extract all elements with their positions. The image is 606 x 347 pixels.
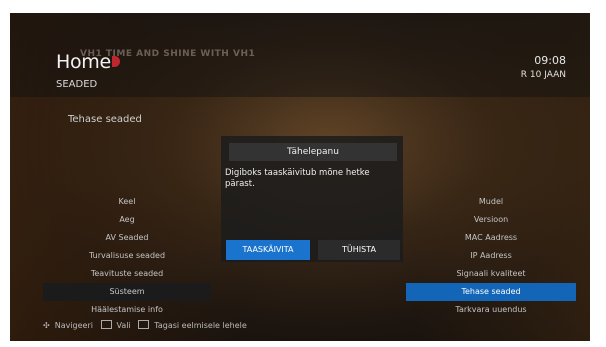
menu-item-turvalisuse-seaded[interactable]: Turvalisuse seaded — [43, 247, 211, 265]
settings-menu-right: Mudel Versioon MAC Aadress IP Aadress Si… — [406, 193, 576, 319]
menu-item-keel[interactable]: Keel — [43, 193, 211, 211]
section-subheading: Tehase seaded — [68, 114, 142, 125]
menu-item-mac-aadress[interactable]: MAC Aadress — [406, 229, 576, 247]
footer-hints: ✣ Navigeeri Vali Tagasi eelmisele lehele — [43, 320, 252, 330]
restart-button[interactable]: TAASKÄIVITA — [226, 240, 310, 260]
settings-menu-left: Keel Aeg AV Seaded Turvalisuse seaded Te… — [43, 193, 211, 319]
dpad-icon: ✣ — [43, 321, 50, 330]
hint-back: Tagasi eelmisele lehele — [154, 321, 247, 330]
home-logo: Home — [56, 51, 120, 73]
date: R 10 JAAN — [520, 70, 566, 80]
tv-screen: VH1 TIME AND SHINE WITH VH1 Home SEADED … — [10, 13, 590, 341]
menu-item-ip-aadress[interactable]: IP Aadress — [406, 247, 576, 265]
page-title: SEADED — [56, 79, 98, 90]
menu-item-haalestamise-info[interactable]: Häälestamise info — [43, 301, 211, 319]
menu-item-systeem[interactable]: Süsteem — [43, 283, 211, 301]
back-key-icon — [138, 320, 150, 329]
menu-item-av-seaded[interactable]: AV Seaded — [43, 229, 211, 247]
menu-item-versioon[interactable]: Versioon — [406, 211, 576, 229]
menu-item-signaali-kvaliteet[interactable]: Signaali kvaliteet — [406, 265, 576, 283]
clock: 09:08 — [534, 54, 566, 67]
cancel-button[interactable]: TÜHISTA — [318, 240, 400, 260]
home-logo-text: Home — [56, 51, 111, 73]
menu-item-tehase-seaded[interactable]: Tehase seaded — [406, 283, 576, 301]
confirm-dialog: Tähelepanu Digiboks taaskäivitub mõne he… — [221, 136, 403, 262]
menu-item-teavituste-seaded[interactable]: Teavituste seaded — [43, 265, 211, 283]
menu-item-tarkvara-uuendus[interactable]: Tarkvara uuendus — [406, 301, 576, 319]
menu-item-aeg[interactable]: Aeg — [43, 211, 211, 229]
dialog-message: Digiboks taaskäivitub mõne hetke pärast. — [225, 168, 370, 189]
logo-mark-icon — [111, 56, 120, 67]
hint-select: Vali — [116, 321, 131, 330]
hint-navigate: Navigeeri — [54, 321, 93, 330]
menu-item-mudel[interactable]: Mudel — [406, 193, 576, 211]
dialog-title: Tähelepanu — [229, 143, 397, 161]
ok-key-icon — [100, 320, 112, 329]
